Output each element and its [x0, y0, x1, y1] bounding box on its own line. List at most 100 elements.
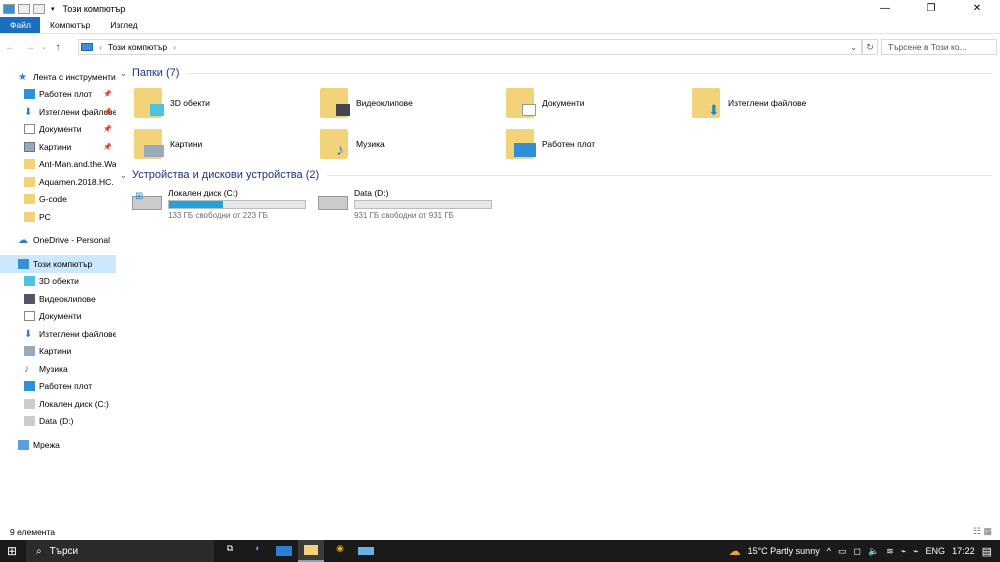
- drive-name: Локален диск (C:): [168, 188, 238, 198]
- task-view-icon[interactable]: ⧉: [222, 543, 238, 559]
- sidebar-item-drive-d[interactable]: Data (D:): [0, 413, 116, 431]
- wifi-icon[interactable]: ≋: [886, 546, 894, 557]
- bluetooth-icon[interactable]: ⌁: [901, 546, 906, 557]
- notifications-icon[interactable]: ▤: [982, 545, 992, 558]
- document-icon: [24, 124, 35, 135]
- sidebar-item-desktop[interactable]: Работен плот: [0, 378, 116, 396]
- sidebar-item-folder[interactable]: G-code: [0, 191, 116, 209]
- weather-icon[interactable]: ☁: [729, 544, 741, 558]
- drive-icon: [24, 416, 35, 427]
- pictures-icon: [134, 128, 164, 159]
- folder-icon: [24, 194, 35, 205]
- folder-icon: [24, 211, 35, 222]
- drives-list: ⊞ Локален диск (C:) 133 ГБ свободни от 2…: [132, 188, 1000, 224]
- folder-3d-objects[interactable]: 3D обекти: [134, 82, 320, 123]
- document-icon: [24, 311, 35, 322]
- devices-group-header[interactable]: ⌄ Устройства и дискови устройства (2): [120, 166, 1000, 184]
- sidebar-item-folder[interactable]: Aquamen.2018.HC.: [0, 173, 116, 191]
- meet-now-icon[interactable]: ◻: [853, 546, 860, 557]
- sidebar-item-downloads[interactable]: ⬇ Изтеглени файлове 📌: [0, 103, 116, 121]
- chevron-down-icon[interactable]: ⌄: [120, 171, 132, 180]
- sidebar-item-music[interactable]: ♪ Музика: [0, 360, 116, 378]
- pin-icon: 📌: [103, 126, 112, 134]
- folder-pictures[interactable]: Картини: [134, 123, 320, 164]
- refresh-button[interactable]: ↻: [862, 39, 878, 55]
- ribbon-tabs: Файл Компютър Изглед: [0, 17, 1000, 34]
- language-indicator[interactable]: ENG: [926, 546, 946, 556]
- network-icon: [18, 439, 29, 450]
- sync-icon[interactable]: ⌁: [913, 546, 918, 557]
- app-icon[interactable]: [358, 547, 374, 555]
- download-icon: ⬇: [692, 87, 720, 118]
- drive-c[interactable]: ⊞ Локален диск (C:) 133 ГБ свободни от 2…: [132, 188, 318, 224]
- search-input[interactable]: Търсене в Този ко...: [881, 39, 997, 55]
- sidebar-item-documents[interactable]: Документи: [0, 308, 116, 326]
- volume-icon[interactable]: 🔈: [868, 546, 879, 557]
- taskbar-search[interactable]: ⌕ Търси: [26, 540, 214, 562]
- folder-documents[interactable]: Документи: [506, 82, 692, 123]
- sidebar-item-desktop[interactable]: Работен плот 📌: [0, 86, 116, 104]
- sidebar-item-downloads[interactable]: ⬇ Изтеглени файлове: [0, 325, 116, 343]
- chevron-down-icon[interactable]: ⌄: [120, 69, 132, 78]
- drive-usage-fill: [169, 201, 224, 208]
- chrome-icon[interactable]: ◉: [332, 543, 348, 559]
- sidebar-item-drive-c[interactable]: Локален диск (C:): [0, 395, 116, 413]
- search-icon: ⌕: [36, 545, 42, 557]
- monitor-app-icon[interactable]: [276, 546, 292, 556]
- start-button[interactable]: ⊞: [7, 544, 17, 558]
- video-icon: [24, 293, 35, 304]
- sidebar-item-3d-objects[interactable]: 3D обекти: [0, 273, 116, 291]
- chevron-down-icon[interactable]: ⌄: [850, 42, 857, 53]
- sidebar-item-pictures[interactable]: Картини: [0, 343, 116, 361]
- chevron-right-icon[interactable]: ›: [173, 42, 176, 52]
- customize-toolbar-icon[interactable]: ▾: [51, 5, 55, 13]
- navigation-pane: ★ Лента с инструменти Работен плот 📌 ⬇ Изте…: [0, 68, 116, 530]
- folder-music[interactable]: ♪ Музика: [320, 123, 506, 164]
- forward-icon[interactable]: →: [20, 42, 40, 53]
- sidebar-item-onedrive[interactable]: ☁ OneDrive - Personal: [0, 232, 116, 250]
- sidebar-item-folder[interactable]: Ant-Man.and.the.Wasp: [0, 156, 116, 174]
- sidebar-item-videos[interactable]: Видеоклипове: [0, 290, 116, 308]
- up-icon[interactable]: ↑: [48, 42, 68, 53]
- folder-desktop[interactable]: Работен плот: [506, 123, 692, 164]
- folder-icon: [24, 176, 35, 187]
- weather-text[interactable]: 15°C Partly sunny: [748, 546, 820, 556]
- pictures-icon: [24, 141, 35, 152]
- clock[interactable]: 17:22: [952, 546, 975, 556]
- chevron-up-icon[interactable]: ^: [827, 546, 831, 556]
- sidebar-item-pictures[interactable]: Картини 📌: [0, 138, 116, 156]
- sidebar-item-quick-access[interactable]: ★ Лента с инструменти: [0, 68, 116, 86]
- chevron-right-icon[interactable]: ›: [99, 42, 102, 52]
- close-button[interactable]: ✕: [954, 0, 1000, 17]
- folder-videos[interactable]: Видеоклипове: [320, 82, 506, 123]
- battery-icon[interactable]: ▭: [838, 546, 847, 557]
- title-bar: ▾ Този компютър — ❐ ✕: [0, 0, 1000, 17]
- drive-d[interactable]: Data (D:) 931 ГБ свободни от 931 ГБ: [318, 188, 504, 224]
- back-icon[interactable]: ←: [0, 42, 20, 53]
- sidebar-item-documents[interactable]: Документи 📌: [0, 121, 116, 139]
- recent-icon[interactable]: ⌄: [40, 43, 48, 51]
- tab-file[interactable]: Файл: [0, 17, 40, 33]
- properties-icon[interactable]: [18, 3, 30, 14]
- tab-computer[interactable]: Компютър: [40, 17, 100, 33]
- folder-icon: [24, 159, 35, 170]
- tab-view[interactable]: Изглед: [100, 17, 147, 33]
- address-path[interactable]: Този компютър: [108, 42, 167, 52]
- star-icon: ★: [18, 71, 27, 83]
- sidebar-item-this-pc[interactable]: Този компютър: [0, 255, 116, 273]
- edge-icon[interactable]: ◐: [250, 543, 266, 559]
- file-explorer-icon[interactable]: [298, 540, 324, 562]
- view-toggle-icons[interactable]: ☷ ▦: [973, 526, 992, 537]
- minimize-button[interactable]: —: [862, 0, 908, 17]
- document-icon: [506, 87, 536, 118]
- sidebar-item-network[interactable]: Мрежа: [0, 436, 116, 454]
- address-bar[interactable]: › Този компютър › ⌄: [78, 39, 862, 55]
- download-icon: ⬇: [24, 106, 33, 118]
- music-icon: ♪: [320, 128, 348, 159]
- sidebar-item-folder[interactable]: PC: [0, 208, 116, 226]
- folder-downloads[interactable]: ⬇ Изтеглени файлове: [692, 82, 878, 123]
- navigation-bar: ← → ⌄ ↑ › Този компютър › ⌄ ↻ Търсене в …: [0, 38, 1000, 56]
- maximize-button[interactable]: ❐: [908, 0, 954, 17]
- folders-group-header[interactable]: ⌄ Папки (7): [120, 64, 1000, 82]
- new-folder-icon[interactable]: [33, 3, 45, 14]
